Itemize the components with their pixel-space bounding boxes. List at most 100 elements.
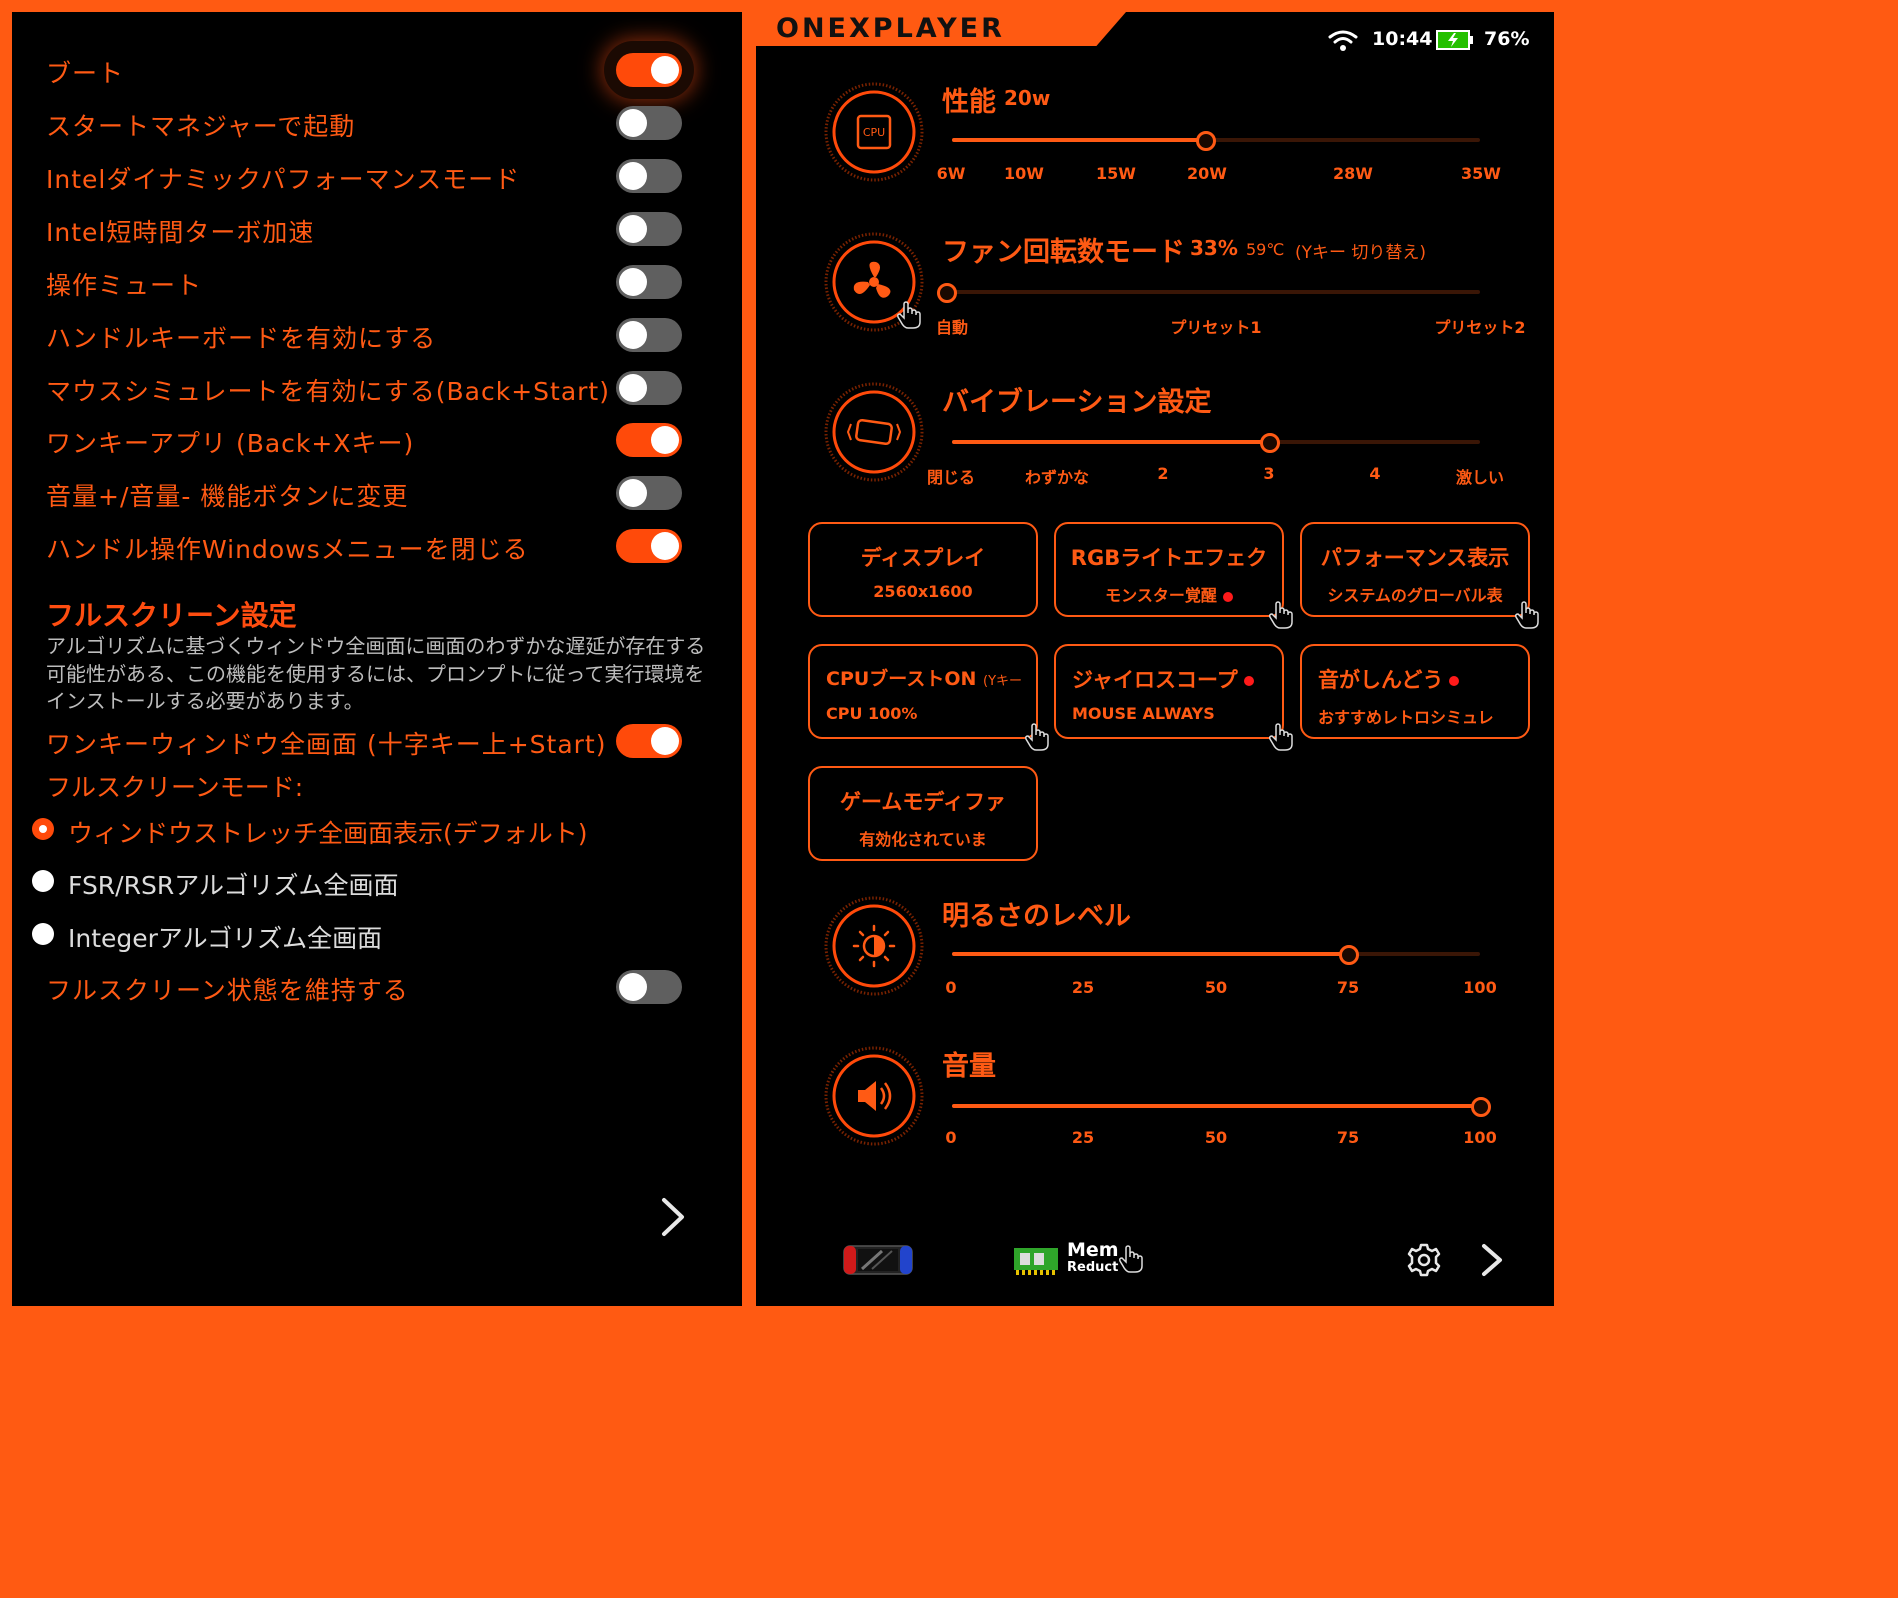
start-manager-toggle[interactable] (616, 106, 682, 140)
slider-fill (952, 138, 1206, 142)
tick-label: プリセット2 (1434, 318, 1526, 337)
tile-subtitle: CPU 100% (826, 704, 918, 723)
tick-label: 75 (1336, 978, 1360, 997)
handle-keyboard-toggle[interactable] (616, 318, 682, 352)
setting-label: Intelダイナミックパフォーマンスモード (46, 165, 521, 194)
game-console-icon[interactable] (842, 1242, 914, 1278)
fan-slider[interactable] (937, 282, 1480, 303)
intel-turbo-toggle[interactable] (616, 212, 682, 246)
radio-unselected[interactable] (32, 923, 54, 945)
tile-title: RGBライトエフェク (1070, 546, 1268, 570)
volume-title: 音量 (942, 1051, 996, 1082)
tile-game-modifier[interactable]: ゲームモディファ 有効化されていま (808, 766, 1038, 861)
slider-thumb[interactable] (1259, 433, 1280, 453)
radio-label: Integerアルゴリズム全画面 (68, 924, 383, 953)
setting-label: 操作ミュート (46, 271, 203, 300)
close-windows-menu-toggle[interactable] (616, 529, 682, 563)
slider-fill (952, 1104, 1480, 1108)
tile-performance-overlay[interactable]: パフォーマンス表示 システムのグローバル表 (1300, 522, 1530, 617)
tile-subtitle: モンスター覚醒 (1056, 582, 1282, 606)
onekey-app-toggle[interactable] (616, 423, 682, 457)
tile-title: ゲームモディファ (840, 790, 1006, 814)
setting-mute-controls: 操作ミュート (46, 262, 696, 302)
slider-track (946, 290, 1480, 294)
setting-keep-fullscreen: フルスクリーン状態を維持する (46, 967, 696, 1007)
tick-label: 100 (1463, 1128, 1497, 1147)
tick-label: わずかな (1024, 468, 1090, 487)
fullscreen-mode-label: フルスクリーンモード: (46, 773, 304, 802)
hand-pointer-icon (1119, 1245, 1143, 1273)
wifi-icon (1328, 30, 1358, 51)
battery-percent: 76% (1484, 28, 1530, 50)
slider-thumb[interactable] (1471, 1097, 1491, 1117)
right-quick-panel: ONEXPLAYER 10:44 76% CPU 性能 20w 6W 10W 1… (756, 12, 1554, 1306)
fan-temperature: 59℃ (1246, 240, 1285, 259)
tile-subtitle: おすすめレトロシミュレ (1318, 708, 1494, 727)
setting-close-windows-menu: ハンドル操作Windowsメニューを閉じる (46, 526, 696, 566)
brand-logo: ONEXPLAYER (776, 13, 1005, 44)
radio-label: ウィンドウストレッチ全画面表示(デフォルト) (68, 819, 588, 848)
chevron-right-icon[interactable] (652, 1192, 692, 1242)
radio-selected[interactable] (32, 818, 54, 840)
tick-label: 28W (1333, 164, 1373, 183)
slider-thumb[interactable] (1196, 131, 1217, 151)
tick-label: 0 (945, 978, 957, 997)
status-dot-icon (1222, 591, 1233, 602)
brightness-slider[interactable] (952, 944, 1480, 965)
setting-intel-dynamic-performance: Intelダイナミックパフォーマンスモード (46, 156, 696, 196)
slider-thumb[interactable] (937, 283, 957, 303)
tile-title-text: 音がしんどう (1318, 668, 1444, 692)
tile-subtitle: MOUSE ALWAYS (1072, 704, 1215, 723)
tile-subtitle-text: モンスター覚醒 (1105, 586, 1217, 605)
status-bar: 10:44 76% (1328, 28, 1529, 52)
tile-cpu-boost[interactable]: CPUブーストON (Yキー CPU 100% (808, 644, 1038, 739)
setting-label: ブート (46, 59, 125, 88)
battery-icon (1436, 30, 1473, 50)
tick-label: 0 (945, 1128, 957, 1147)
setting-volume-function-button: 音量+/音量- 機能ボタンに変更 (46, 473, 696, 513)
tick-label: 3 (1263, 464, 1275, 483)
memory-chip-icon[interactable] (1012, 1244, 1060, 1276)
toggle-knob (619, 973, 647, 1001)
gear-icon[interactable] (1406, 1242, 1442, 1278)
tick-label: 6W (936, 164, 966, 183)
tile-haptic-sound[interactable]: 音がしんどう おすすめレトロシミュレ (1300, 644, 1530, 739)
tick-label: 50 (1204, 1128, 1228, 1147)
tick-label: 閉じる (926, 468, 976, 487)
mem-reduct-label: Mem Reduct (1067, 1241, 1119, 1276)
tile-title: CPUブーストON (Yキー (826, 664, 1036, 691)
volume-function-button-toggle[interactable] (616, 476, 682, 510)
setting-mouse-simulate: マウスシミュレートを有効にする(Back+Start) (46, 368, 696, 408)
setting-onekey-app: ワンキーアプリ (Back+Xキー) (46, 420, 696, 460)
fan-percent: 33% (1190, 236, 1238, 260)
fan-hint: (Yキー 切り替え) (1295, 243, 1427, 263)
radio-unselected[interactable] (32, 870, 54, 892)
mute-controls-toggle[interactable] (616, 265, 682, 299)
keep-fullscreen-toggle[interactable] (616, 970, 682, 1004)
tile-gyroscope[interactable]: ジャイロスコープ MOUSE ALWAYS (1054, 644, 1284, 739)
setting-label: ワンキーウィンドウ全画面 (十字キー上+Start) (46, 730, 607, 759)
mouse-simulate-toggle[interactable] (616, 371, 682, 405)
tick-label: 2 (1157, 464, 1169, 483)
slider-fill (952, 440, 1269, 444)
tick-label: プリセット1 (1170, 318, 1262, 337)
volume-slider[interactable] (952, 1096, 1491, 1117)
onekey-window-fullscreen-toggle[interactable] (616, 724, 682, 758)
tick-label: 25 (1071, 978, 1095, 997)
chevron-right-icon[interactable] (1476, 1240, 1506, 1280)
toggle-knob (619, 109, 647, 137)
svg-text:CPU: CPU (863, 126, 885, 139)
slider-fill (952, 952, 1348, 956)
hand-pointer-icon (1269, 723, 1293, 751)
status-dot-icon (1243, 676, 1254, 686)
slider-thumb[interactable] (1339, 945, 1359, 965)
toggle-knob (619, 215, 647, 243)
boot-toggle[interactable] (616, 53, 682, 87)
performance-slider[interactable] (952, 130, 1480, 151)
tile-display[interactable]: ディスプレイ 2560x1600 (808, 522, 1038, 617)
toggle-knob (651, 56, 679, 84)
setting-label: スタートマネジャーで起動 (46, 112, 356, 141)
vibration-slider[interactable] (952, 432, 1480, 453)
tile-rgb-light[interactable]: RGBライトエフェク モンスター覚醒 (1054, 522, 1284, 617)
intel-dynamic-performance-toggle[interactable] (616, 159, 682, 193)
